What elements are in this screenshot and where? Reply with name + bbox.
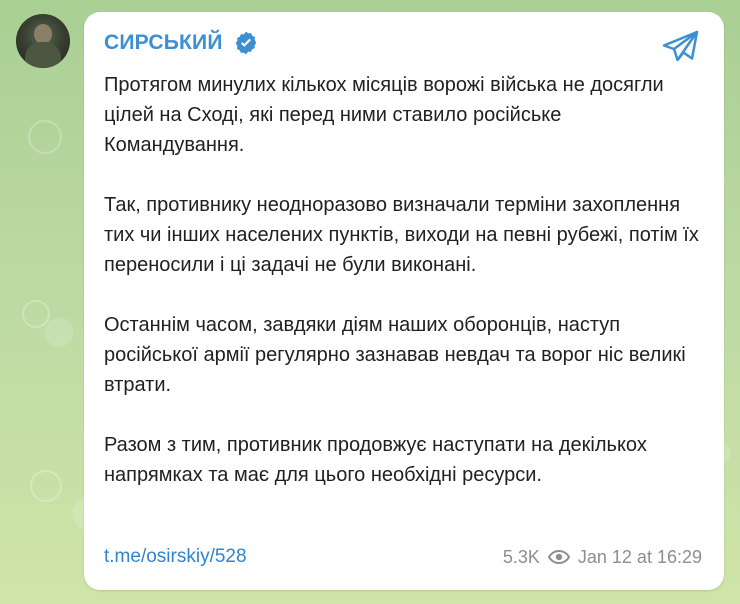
background-circle <box>30 470 62 502</box>
message-footer: t.me/osirskiy/528 5.3K Jan 12 at 16:29 <box>104 544 702 570</box>
telegram-share-icon[interactable] <box>662 30 700 64</box>
message-paragraph: Протягом минулих кількох місяців ворожі … <box>104 74 664 156</box>
message-paragraph: Так, противнику неодноразово визначали т… <box>104 194 699 276</box>
post-link[interactable]: t.me/osirskiy/528 <box>104 546 247 568</box>
eye-icon <box>547 549 571 565</box>
message-card: СИРСЬКИЙ Протягом минулих кількох місяці… <box>84 12 724 590</box>
background-circle <box>28 120 62 154</box>
avatar-head-shape <box>34 24 52 44</box>
message-header: СИРСЬКИЙ <box>104 30 259 56</box>
channel-name[interactable]: СИРСЬКИЙ <box>104 31 223 55</box>
background-circle <box>22 300 50 328</box>
channel-avatar[interactable] <box>16 14 70 68</box>
message-meta: 5.3K Jan 12 at 16:29 <box>503 547 702 568</box>
message-paragraph: Останнім часом, завдяки діям наших оборо… <box>104 314 686 396</box>
verified-badge-icon <box>233 30 259 56</box>
avatar-body-shape <box>25 42 61 68</box>
post-timestamp: Jan 12 at 16:29 <box>577 546 702 567</box>
message-body: Протягом минулих кількох місяців ворожі … <box>104 70 704 520</box>
view-count: 5.3K <box>502 546 540 567</box>
message-paragraph: Разом з тим, противник продовжує наступа… <box>104 434 647 486</box>
